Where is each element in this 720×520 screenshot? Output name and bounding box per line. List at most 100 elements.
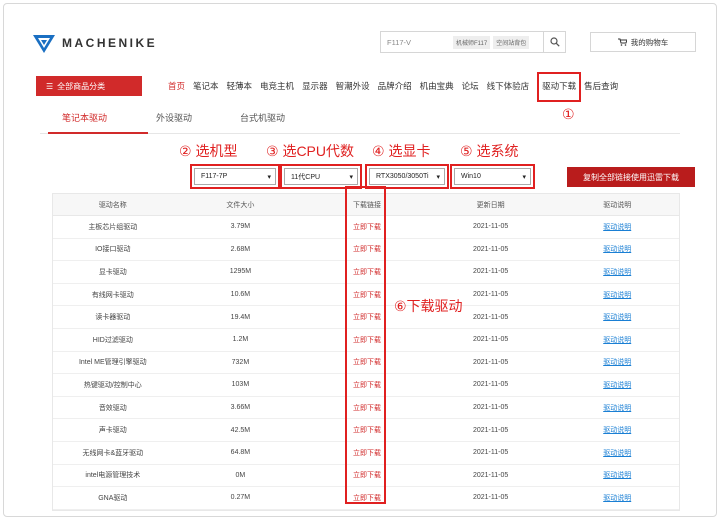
driver-notes-link[interactable]: 驱动说明 — [555, 357, 679, 367]
nav-item-ultrabook[interactable]: 轻薄本 — [227, 80, 253, 102]
driver-notes-link[interactable]: 驱动说明 — [555, 312, 679, 322]
file-size-cell: 3.79M — [230, 223, 251, 231]
annotation-step-4: ④ 选显卡 — [372, 143, 431, 159]
nav-item-monitor[interactable]: 显示器 — [302, 80, 328, 102]
hot-tag[interactable]: 空间站背包 — [493, 35, 530, 49]
driver-name-cell: 音效驱动 — [98, 404, 127, 412]
driver-name-cell: 有线网卡驱动 — [91, 291, 134, 299]
driver-name-cell: HID过滤驱动 — [92, 336, 133, 344]
file-size-cell: 42.5M — [230, 426, 251, 434]
update-date-cell: 2021-11-05 — [472, 404, 509, 412]
driver-name-cell: 主板芯片组驱动 — [88, 223, 138, 231]
driver-notes-link[interactable]: 驱动说明 — [555, 267, 679, 277]
brand-name: MACHENIKE — [62, 36, 158, 50]
cpu-select-value: 11代CPU — [291, 173, 321, 181]
search-button[interactable] — [543, 32, 565, 52]
update-date-cell: 2021-11-05 — [472, 223, 509, 231]
tab-desktop-drivers[interactable]: 台式机驱动 — [240, 111, 285, 124]
update-date-cell: 2021-11-05 — [472, 426, 509, 434]
nav-item-peripherals[interactable]: 智潮外设 — [336, 80, 370, 102]
header-file-size: 文件大小 — [226, 201, 255, 209]
model-select-value: F117-7P — [201, 173, 228, 180]
update-date-cell: 2021-11-05 — [472, 336, 509, 344]
driver-notes-link[interactable]: 驱动说明 — [555, 222, 679, 232]
driver-notes-link[interactable]: 驱动说明 — [555, 290, 679, 300]
chevron-down-icon: ▾ — [267, 174, 271, 181]
tab-laptop-drivers[interactable]: 笔记本驱动 — [62, 111, 107, 124]
update-date-cell: 2021-11-05 — [472, 381, 509, 389]
annotation-step-3: ③ 选CPU代数 — [266, 143, 354, 159]
cart-label: 我的购物车 — [630, 37, 669, 47]
driver-notes-link[interactable]: 驱动说明 — [555, 403, 679, 413]
nav-item-gaming-desktop[interactable]: 电竞主机 — [260, 80, 294, 102]
cart-button[interactable]: 我的购物车 — [590, 32, 696, 52]
search-box: 机械师F117 空间站背包 — [380, 31, 566, 53]
os-select[interactable]: Win10 ▾ — [454, 168, 531, 185]
file-size-cell: 1.2M — [232, 336, 249, 344]
header-driver-name: 驱动名称 — [98, 201, 127, 209]
driver-notes-link[interactable]: 驱动说明 — [555, 448, 679, 458]
file-size-cell: 10.6M — [230, 291, 251, 299]
driver-name-cell: GNA驱动 — [98, 494, 128, 502]
model-select[interactable]: F117-7P ▾ — [194, 168, 276, 185]
driver-notes-link[interactable]: 驱动说明 — [555, 335, 679, 345]
all-categories-label: 全部商品分类 — [57, 81, 106, 91]
cpu-select[interactable]: 11代CPU ▾ — [284, 168, 358, 185]
driver-notes-link[interactable]: 驱动说明 — [555, 380, 679, 390]
search-input[interactable] — [381, 37, 453, 47]
nav-item-driver-download[interactable]: 驱动下载 — [537, 72, 582, 102]
nav-item-laptop[interactable]: 笔记本 — [193, 80, 219, 102]
annotation-step-5: ⑤ 选系统 — [460, 143, 519, 159]
gpu-select[interactable]: RTX3050/3050Ti ▾ — [369, 168, 445, 185]
active-tab-indicator — [48, 132, 148, 134]
menu-icon: ☰ — [46, 81, 54, 91]
driver-notes-link[interactable]: 驱动说明 — [555, 493, 679, 503]
update-date-cell: 2021-11-05 — [472, 358, 509, 366]
brand-logo[interactable]: MACHENIKE — [32, 32, 157, 54]
file-size-cell: 64.8M — [230, 449, 251, 457]
driver-name-cell: IO接口驱动 — [95, 246, 131, 254]
nav-item-guide[interactable]: 机由宝典 — [420, 80, 454, 102]
driver-name-cell: Intel ME管理引擎驱动 — [78, 359, 147, 367]
browser-frame: MACHENIKE 机械师F117 空间站背包 我的购物车 ☰ 全部商品分类 首… — [3, 3, 717, 517]
driver-name-cell: intel电源管理技术 — [85, 472, 141, 480]
os-select-value: Win10 — [461, 173, 481, 180]
file-size-cell: 103M — [231, 381, 250, 389]
update-date-cell: 2021-11-05 — [472, 449, 509, 457]
update-date-cell: 2021-11-05 — [472, 245, 509, 253]
file-size-cell: 732M — [231, 358, 250, 366]
driver-name-cell: 读卡器驱动 — [95, 314, 131, 322]
copy-all-links-button[interactable]: 复制全部链接使用迅雷下载 — [567, 167, 695, 187]
annotation-step-2: ② 选机型 — [179, 143, 238, 159]
driver-notes-link[interactable]: 驱动说明 — [555, 470, 679, 480]
nav-item-stores[interactable]: 线下体验店 — [487, 80, 530, 102]
file-size-cell: 1295M — [229, 268, 252, 276]
driver-name-cell: 显卡驱动 — [98, 268, 127, 276]
driver-notes-link[interactable]: 驱动说明 — [555, 244, 679, 254]
nav-item-brand[interactable]: 品牌介绍 — [378, 80, 412, 102]
logo-icon — [33, 35, 55, 53]
hot-tag[interactable]: 机械师F117 — [453, 35, 491, 49]
gpu-select-value: RTX3050/3050Ti — [376, 173, 429, 180]
driver-name-cell: 热键驱动/控制中心 — [83, 381, 142, 389]
driver-category-tabs: 笔记本驱动 外设驱动 台式机驱动 — [40, 102, 680, 134]
update-date-cell: 2021-11-05 — [472, 494, 509, 502]
driver-name-cell: 声卡驱动 — [98, 427, 127, 435]
header-update-date: 更新日期 — [476, 201, 505, 209]
file-size-cell: 19.4M — [230, 313, 251, 321]
chevron-down-icon: ▾ — [436, 174, 440, 181]
file-size-cell: 2.68M — [230, 245, 251, 253]
file-size-cell: 3.66M — [230, 404, 251, 412]
driver-notes-link[interactable]: 驱动说明 — [555, 425, 679, 435]
tab-peripheral-drivers[interactable]: 外设驱动 — [156, 111, 192, 124]
nav-item-after-sales[interactable]: 售后查询 — [584, 80, 618, 102]
all-categories-button[interactable]: ☰ 全部商品分类 — [36, 76, 142, 96]
search-icon — [549, 37, 560, 47]
nav-item-forum[interactable]: 论坛 — [462, 80, 479, 102]
highlight-box-download-column — [345, 186, 386, 504]
chevron-down-icon: ▾ — [522, 174, 526, 181]
nav-item-home[interactable]: 首页 — [168, 80, 185, 102]
chevron-down-icon: ▾ — [349, 174, 353, 181]
file-size-cell: 0M — [235, 471, 246, 479]
update-date-cell: 2021-11-05 — [472, 268, 509, 276]
